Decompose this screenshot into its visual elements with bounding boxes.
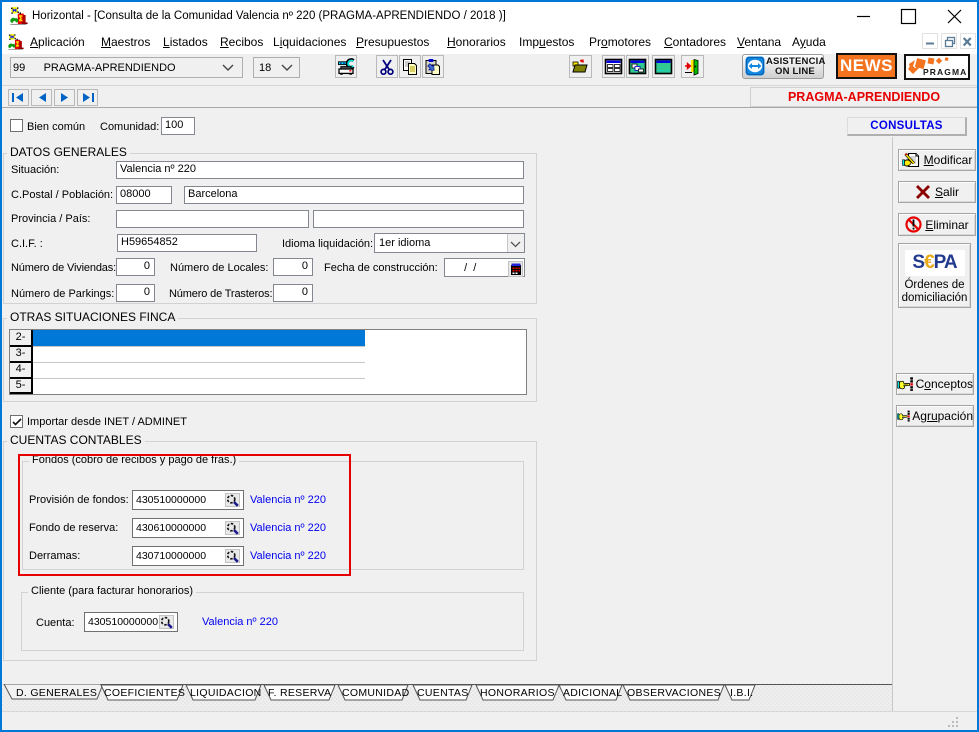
svg-text:I.B.I.: I.B.I. — [730, 687, 753, 699]
svg-text:HONORARIOS: HONORARIOS — [480, 687, 555, 699]
svg-text:CUENTAS: CUENTAS — [417, 687, 469, 699]
svg-text:COEFICIENTES: COEFICIENTES — [104, 687, 185, 699]
svg-text:OBSERVACIONES: OBSERVACIONES — [627, 687, 721, 699]
svg-text:COMUNIDAD: COMUNIDAD — [342, 687, 410, 699]
svg-text:LIQUIDACION: LIQUIDACION — [190, 687, 262, 699]
svg-text:F. RESERVA: F. RESERVA — [268, 687, 331, 699]
svg-text:ADICIONAL: ADICIONAL — [563, 687, 622, 699]
svg-text:D. GENERALES: D. GENERALES — [16, 687, 97, 699]
svg-text:PRAGMA: PRAGMA — [923, 67, 967, 77]
